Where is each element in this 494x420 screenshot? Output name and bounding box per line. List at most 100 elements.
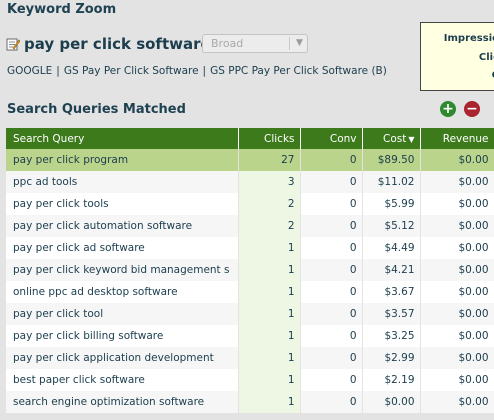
search-queries-table: Search Query Clicks Conv Cost ▼ Revenue p… xyxy=(6,128,494,413)
column-header-cost[interactable]: Cost ▼ xyxy=(362,128,421,149)
revenue-cell: $0.00 xyxy=(420,149,494,171)
revenue-cell: $0.00 xyxy=(420,215,494,237)
clicks-cell: 1 xyxy=(238,347,301,369)
column-header-revenue[interactable]: Revenue xyxy=(420,128,494,149)
cost-cell: $3.67 xyxy=(362,281,421,303)
query-cell: pay per click application development xyxy=(6,347,239,369)
conv-cell: 0 xyxy=(300,369,363,391)
cost-cell: $3.25 xyxy=(362,325,421,347)
table-row[interactable]: best paper click software 1 0 $2.19 $0.00 xyxy=(6,369,494,391)
conv-cell: 0 xyxy=(300,237,363,259)
match-type-select[interactable]: Broad ▼ xyxy=(202,34,308,53)
table-row[interactable]: ppc ad tools 3 0 $11.02 $0.00 xyxy=(6,171,494,193)
table-row[interactable]: pay per click program 27 0 $89.50 $0.00 xyxy=(6,149,494,171)
query-cell: pay per click tool xyxy=(6,303,239,325)
revenue-cell: $0.00 xyxy=(420,281,494,303)
cost-cell: $89.50 xyxy=(362,149,421,171)
query-cell: pay per click program xyxy=(6,149,239,171)
stats-label-impressions: Impressio xyxy=(443,33,494,44)
conv-cell: 0 xyxy=(300,171,363,193)
clicks-cell: 1 xyxy=(238,369,301,391)
breadcrumb: GOOGLE | GS Pay Per Click Software | GS PPC … xyxy=(7,65,387,77)
table-header-row: Search Query Clicks Conv Cost ▼ Revenue xyxy=(6,128,494,149)
clicks-cell: 1 xyxy=(238,391,301,413)
clicks-cell: 1 xyxy=(238,259,301,281)
conv-cell: 0 xyxy=(300,347,363,369)
conv-cell: 0 xyxy=(300,325,363,347)
keyword-title: pay per click software xyxy=(24,35,211,53)
table-row[interactable]: search engine optimization software 1 0 $0.… xyxy=(6,391,494,413)
keyword-stats-box: Impressio Clic C xyxy=(420,22,494,91)
conv-cell: 0 xyxy=(300,281,363,303)
revenue-cell: $0.00 xyxy=(420,237,494,259)
panel-title: Keyword Zoom xyxy=(7,2,117,17)
cost-cell: $5.12 xyxy=(362,215,421,237)
cost-cell: $2.19 xyxy=(362,369,421,391)
table-row[interactable]: pay per click application development 1 0 $… xyxy=(6,347,494,369)
breadcrumb-adgroup[interactable]: GS PPC Pay Per Click Software (B) xyxy=(210,65,387,77)
cost-cell: $2.99 xyxy=(362,347,421,369)
edit-note-icon xyxy=(6,38,20,51)
query-cell: pay per click billing software xyxy=(6,325,239,347)
table-row[interactable]: online ppc ad desktop software 1 0 $3.67 $0.… xyxy=(6,281,494,303)
revenue-cell: $0.00 xyxy=(420,193,494,215)
query-cell: search engine optimization software xyxy=(6,391,239,413)
revenue-cell: $0.00 xyxy=(420,325,494,347)
clicks-cell: 2 xyxy=(238,193,301,215)
query-cell: pay per click keyword bid management s xyxy=(6,259,239,281)
table-row[interactable]: pay per click billing software 1 0 $3.25 $0.… xyxy=(6,325,494,347)
clicks-cell: 1 xyxy=(238,325,301,347)
revenue-cell: $0.00 xyxy=(420,171,494,193)
sort-desc-icon: ▼ xyxy=(408,134,415,144)
section-title: Search Queries Matched xyxy=(7,102,186,117)
conv-cell: 0 xyxy=(300,149,363,171)
column-header-clicks[interactable]: Clicks xyxy=(238,128,301,149)
cost-cell: $11.02 xyxy=(362,171,421,193)
plus-icon: + xyxy=(442,101,454,117)
table-row[interactable]: pay per click tools 2 0 $5.99 $0.00 xyxy=(6,193,494,215)
column-header-cost-label: Cost xyxy=(383,132,407,145)
query-cell: online ppc ad desktop software xyxy=(6,281,239,303)
column-header-query[interactable]: Search Query xyxy=(6,128,239,149)
minus-icon: − xyxy=(466,101,478,117)
cost-cell: $4.49 xyxy=(362,237,421,259)
query-cell: ppc ad tools xyxy=(6,171,239,193)
clicks-cell: 1 xyxy=(238,237,301,259)
table-row[interactable]: pay per click tool 1 0 $3.57 $0.00 xyxy=(6,303,494,325)
query-cell: pay per click tools xyxy=(6,193,239,215)
revenue-cell: $0.00 xyxy=(420,259,494,281)
cost-cell: $4.21 xyxy=(362,259,421,281)
cost-cell: $5.99 xyxy=(362,193,421,215)
query-cell: pay per click automation software xyxy=(6,215,239,237)
conv-cell: 0 xyxy=(300,259,363,281)
clicks-cell: 3 xyxy=(238,171,301,193)
add-button[interactable]: + xyxy=(440,101,456,117)
chevron-down-icon: ▼ xyxy=(296,38,303,48)
conv-cell: 0 xyxy=(300,215,363,237)
column-header-conv[interactable]: Conv xyxy=(300,128,363,149)
clicks-cell: 27 xyxy=(238,149,301,171)
conv-cell: 0 xyxy=(300,391,363,413)
remove-button[interactable]: − xyxy=(464,101,480,117)
table-row[interactable]: pay per click automation software 2 0 $5.12… xyxy=(6,215,494,237)
table-row[interactable]: pay per click keyword bid management s10… xyxy=(6,259,494,281)
clicks-cell: 1 xyxy=(238,303,301,325)
select-divider xyxy=(289,37,290,50)
breadcrumb-separator: | xyxy=(202,65,207,77)
revenue-cell: $0.00 xyxy=(420,303,494,325)
cost-cell: $3.57 xyxy=(362,303,421,325)
clicks-cell: 2 xyxy=(238,215,301,237)
table-row[interactable]: pay per click ad software 1 0 $4.49 $0.00 xyxy=(6,237,494,259)
match-type-value: Broad xyxy=(211,37,244,50)
conv-cell: 0 xyxy=(300,193,363,215)
breadcrumb-separator: | xyxy=(56,65,60,77)
conv-cell: 0 xyxy=(300,303,363,325)
query-cell: best paper click software xyxy=(6,369,239,391)
cost-cell: $0.00 xyxy=(362,391,421,413)
stats-label-clicks: Clic xyxy=(478,52,494,63)
revenue-cell: $0.00 xyxy=(420,369,494,391)
revenue-cell: $0.00 xyxy=(420,347,494,369)
breadcrumb-campaign[interactable]: GS Pay Per Click Software xyxy=(64,65,199,77)
breadcrumb-engine[interactable]: GOOGLE xyxy=(7,65,52,77)
clicks-cell: 1 xyxy=(238,281,301,303)
